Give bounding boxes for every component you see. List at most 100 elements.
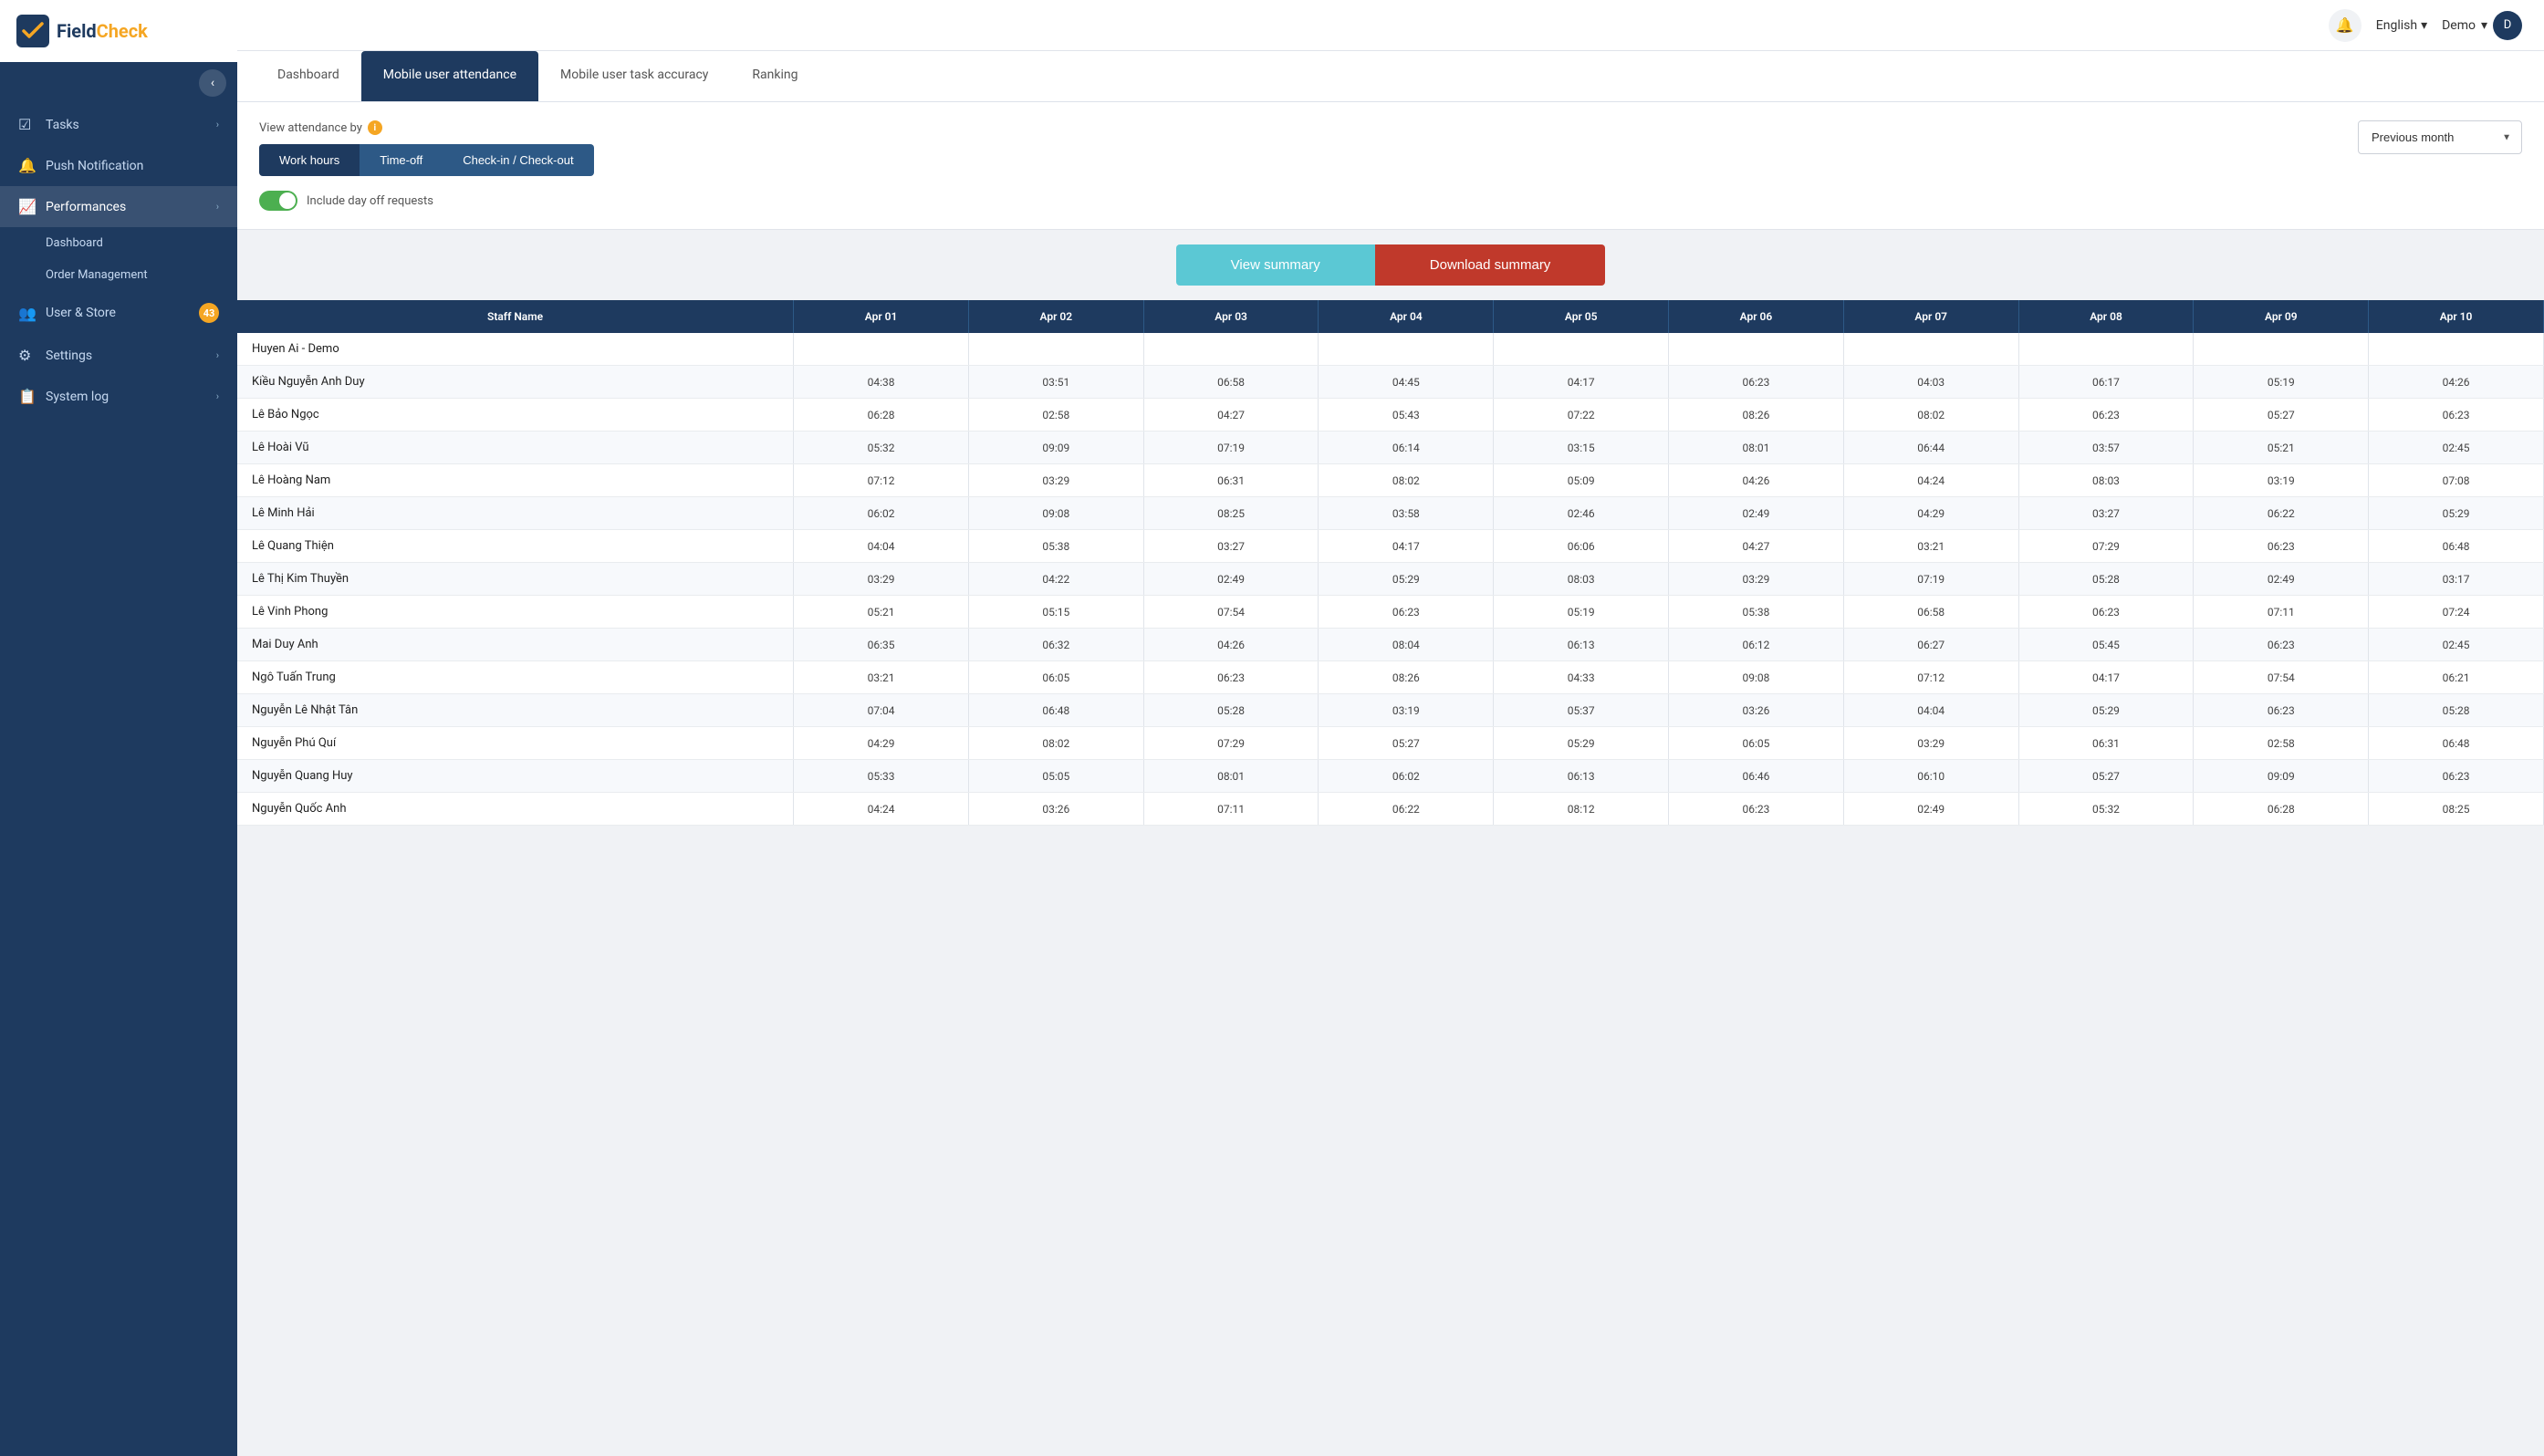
work-hours-button[interactable]: Work hours <box>259 144 360 176</box>
col-header-apr09: Apr 09 <box>2194 300 2369 333</box>
cell-r13-c8: 09:09 <box>2194 760 2369 793</box>
collapse-circle-icon[interactable]: ‹ <box>199 69 226 97</box>
cell-r5-c2: 08:25 <box>1143 497 1319 530</box>
col-header-staff-name: Staff Name <box>237 300 794 333</box>
cell-r2-c7: 06:23 <box>2018 399 2194 432</box>
cell-staff-name: Nguyễn Quang Huy <box>237 760 794 793</box>
table-row: Lê Thị Kim Thuyền03:2904:2202:4905:2908:… <box>237 563 2544 596</box>
sidebar-item-performances[interactable]: 📈 Performances › <box>0 186 237 227</box>
user-menu[interactable]: Demo ▾ D <box>2442 11 2522 40</box>
cell-r12-c9: 06:48 <box>2369 727 2544 760</box>
cell-r13-c2: 08:01 <box>1143 760 1319 793</box>
sidebar-item-dashboard[interactable]: Dashboard <box>0 227 237 259</box>
language-selector[interactable]: English ▾ <box>2376 18 2427 33</box>
cell-r6-c8: 06:23 <box>2194 530 2369 563</box>
cell-r13-c7: 05:27 <box>2018 760 2194 793</box>
download-summary-button[interactable]: Download summary <box>1375 244 1606 286</box>
cell-r1-c0: 04:38 <box>794 366 969 399</box>
cell-r8-c2: 07:54 <box>1143 596 1319 629</box>
cell-r14-c8: 06:28 <box>2194 793 2369 826</box>
sidebar-item-user-store[interactable]: 👥 User & Store 43 <box>0 291 237 335</box>
sidebar-item-order-management[interactable]: Order Management <box>0 259 237 291</box>
users-icon: 👥 <box>18 305 36 322</box>
cell-r1-c9: 04:26 <box>2369 366 2544 399</box>
cell-r6-c1: 05:38 <box>968 530 1143 563</box>
cell-r5-c1: 09:08 <box>968 497 1143 530</box>
sidebar-collapse[interactable]: ‹ <box>0 62 237 104</box>
cell-r4-c3: 08:02 <box>1319 464 1494 497</box>
cell-r4-c1: 03:29 <box>968 464 1143 497</box>
cell-r3-c3: 06:14 <box>1319 432 1494 464</box>
table-row: Huyen Ai - Demo <box>237 333 2544 366</box>
cell-staff-name: Lê Bảo Ngọc <box>237 399 794 432</box>
view-summary-button[interactable]: View summary <box>1176 244 1375 286</box>
cell-r0-c0 <box>794 333 969 366</box>
cell-r4-c5: 04:26 <box>1669 464 1844 497</box>
cell-r3-c4: 03:15 <box>1494 432 1669 464</box>
checkin-checkout-button[interactable]: Check-in / Check-out <box>443 144 593 176</box>
col-header-apr03: Apr 03 <box>1143 300 1319 333</box>
tab-ranking[interactable]: Ranking <box>730 51 819 101</box>
cell-r0-c2 <box>1143 333 1319 366</box>
cell-r10-c9: 06:21 <box>2369 661 2544 694</box>
logo-icon <box>16 15 49 47</box>
cell-r13-c1: 05:05 <box>968 760 1143 793</box>
cell-r3-c6: 06:44 <box>1843 432 2018 464</box>
cell-r13-c4: 06:13 <box>1494 760 1669 793</box>
cell-r7-c6: 07:19 <box>1843 563 2018 596</box>
cell-r12-c6: 03:29 <box>1843 727 2018 760</box>
cell-r2-c3: 05:43 <box>1319 399 1494 432</box>
cell-r0-c6 <box>1843 333 2018 366</box>
cell-r8-c1: 05:15 <box>968 596 1143 629</box>
col-header-apr08: Apr 08 <box>2018 300 2194 333</box>
cell-staff-name: Ngô Tuấn Trung <box>237 661 794 694</box>
bell-icon: 🔔 <box>18 157 36 174</box>
cell-r1-c1: 03:51 <box>968 366 1143 399</box>
cell-r12-c5: 06:05 <box>1669 727 1844 760</box>
topnav: 🔔 English ▾ Demo ▾ D <box>237 0 2544 51</box>
cell-r2-c6: 08:02 <box>1843 399 2018 432</box>
cell-r13-c5: 06:46 <box>1669 760 1844 793</box>
cell-r0-c5 <box>1669 333 1844 366</box>
cell-r7-c1: 04:22 <box>968 563 1143 596</box>
cell-staff-name: Nguyễn Quốc Anh <box>237 793 794 826</box>
page-content: Dashboard Mobile user attendance Mobile … <box>237 51 2544 1456</box>
cell-r9-c1: 06:32 <box>968 629 1143 661</box>
table-row: Lê Hoàng Nam07:1203:2906:3108:0205:0904:… <box>237 464 2544 497</box>
cell-staff-name: Mai Duy Anh <box>237 629 794 661</box>
table-row: Kiều Nguyễn Anh Duy04:3803:5106:5804:450… <box>237 366 2544 399</box>
cell-r5-c8: 06:22 <box>2194 497 2369 530</box>
cell-r3-c9: 02:45 <box>2369 432 2544 464</box>
cell-r8-c7: 06:23 <box>2018 596 2194 629</box>
tabs-bar: Dashboard Mobile user attendance Mobile … <box>237 51 2544 102</box>
settings-chevron-icon: › <box>216 349 219 361</box>
cell-r6-c5: 04:27 <box>1669 530 1844 563</box>
cell-r7-c8: 02:49 <box>2194 563 2369 596</box>
cell-r14-c3: 06:22 <box>1319 793 1494 826</box>
sidebar-item-system-log[interactable]: 📋 System log › <box>0 376 237 417</box>
cell-staff-name: Lê Quang Thiện <box>237 530 794 563</box>
sidebar-item-settings[interactable]: ⚙ Settings › <box>0 335 237 376</box>
period-select-wrapper[interactable]: Previous month Current month Last 7 days… <box>2358 120 2522 154</box>
cell-r6-c7: 07:29 <box>2018 530 2194 563</box>
period-select[interactable]: Previous month Current month Last 7 days… <box>2358 120 2522 154</box>
cell-staff-name: Lê Hoàng Nam <box>237 464 794 497</box>
table-row: Lê Minh Hải06:0209:0808:2503:5802:4602:4… <box>237 497 2544 530</box>
cell-r12-c1: 08:02 <box>968 727 1143 760</box>
cell-r0-c9 <box>2369 333 2544 366</box>
table-row: Lê Vinh Phong05:2105:1507:5406:2305:1905… <box>237 596 2544 629</box>
cell-r11-c5: 03:26 <box>1669 694 1844 727</box>
tab-mobile-user-task-accuracy[interactable]: Mobile user task accuracy <box>538 51 730 101</box>
cell-staff-name: Huyen Ai - Demo <box>237 333 794 366</box>
cell-r4-c9: 07:08 <box>2369 464 2544 497</box>
sidebar-item-tasks[interactable]: ☑ Tasks › <box>0 104 237 145</box>
tab-dashboard[interactable]: Dashboard <box>255 51 361 101</box>
tab-mobile-user-attendance[interactable]: Mobile user attendance <box>361 51 538 101</box>
notification-bell-button[interactable]: 🔔 <box>2329 9 2362 42</box>
sidebar-item-push-notification[interactable]: 🔔 Push Notification <box>0 145 237 186</box>
include-dayoff-toggle[interactable] <box>259 191 297 211</box>
time-off-button[interactable]: Time-off <box>360 144 443 176</box>
system-log-chevron-icon: › <box>216 390 219 402</box>
table-row: Lê Quang Thiện04:0405:3803:2704:1706:060… <box>237 530 2544 563</box>
table-row: Lê Bảo Ngọc06:2802:5804:2705:4307:2208:2… <box>237 399 2544 432</box>
